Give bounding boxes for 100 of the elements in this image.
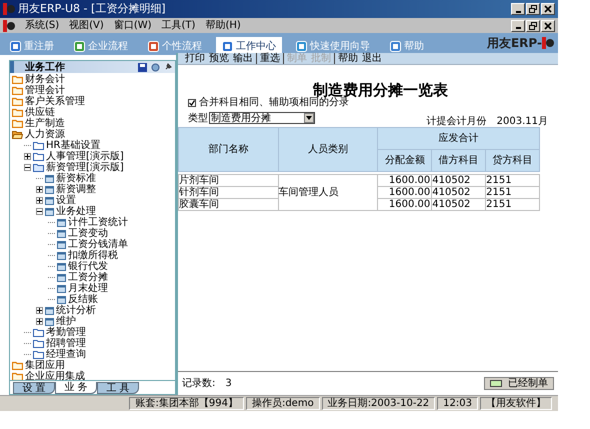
table-cell: 车间管理人员 [278, 174, 378, 210]
type-dropdown[interactable]: 制造费用分摊 [209, 112, 315, 124]
tree-item[interactable]: 计件工资统计 [68, 217, 128, 228]
table-cell: 2151 [486, 198, 540, 210]
folder-icon [33, 163, 44, 172]
open-folder-icon [12, 130, 23, 139]
tree-item[interactable]: 工资分钱清单 [68, 239, 128, 250]
folder-icon [33, 350, 44, 359]
close-icon [544, 22, 552, 30]
restore-button[interactable] [526, 3, 540, 15]
tree-item[interactable]: 招聘管理 [46, 338, 86, 349]
tree-item[interactable]: 经理查询 [46, 349, 86, 360]
toolbar-button[interactable]: 帮助 [338, 53, 358, 64]
table-cell: 1600.00 [378, 186, 432, 198]
app-icon [3, 3, 15, 15]
tree-item[interactable]: 薪资管理[演示版] [46, 162, 124, 173]
toolbar-button[interactable]: 重选 [260, 53, 280, 64]
tree-item[interactable]: 生产制造 [25, 118, 65, 129]
collapse-toggle[interactable] [24, 164, 31, 171]
tree-item[interactable]: 工资变动 [68, 228, 108, 239]
collapse-toggle[interactable] [36, 208, 43, 215]
sidebar-tab[interactable]: 业 务 [55, 382, 97, 394]
toolbar-button[interactable]: 退出 [362, 53, 382, 64]
menu-item[interactable]: 帮助(H) [205, 20, 241, 32]
column-header: 贷方科目 [486, 150, 540, 172]
folder-icon [33, 339, 44, 348]
tree-item[interactable]: 人力资源 [25, 129, 65, 140]
table-cell: 410502 [432, 186, 486, 198]
nav-icon [10, 40, 21, 52]
minimize-button[interactable] [511, 20, 525, 32]
nav-icon [296, 40, 307, 52]
nav-icon [74, 40, 85, 52]
indicator-icon [490, 380, 502, 387]
toolbar-button[interactable]: 输出 [233, 53, 253, 64]
close-button[interactable] [541, 3, 555, 15]
folder-icon [33, 152, 44, 161]
status-field: 操作员:demo [246, 397, 320, 410]
menu-item[interactable]: 窗口(W) [114, 20, 152, 32]
toolbar-button[interactable]: 预览 [209, 53, 229, 64]
save-icon[interactable] [138, 62, 147, 72]
tree-item[interactable]: 集团应用 [25, 360, 65, 371]
sidebar-title: 业务工作 [25, 62, 65, 72]
tree-item[interactable]: 财务会计 [25, 74, 65, 85]
tree-item[interactable]: 月末处理 [68, 283, 108, 294]
folder-icon [12, 75, 23, 84]
nav-icon [222, 40, 233, 52]
tree-item[interactable]: 管理会计 [25, 85, 65, 96]
tree-item[interactable]: HR基础设置 [46, 140, 100, 151]
expand-toggle[interactable] [24, 153, 31, 160]
column-header: 部门名称 [178, 128, 278, 172]
status-field: 业务日期:2003-10-22 [322, 397, 436, 410]
nav-icon [148, 40, 159, 52]
table-cell: 2151 [486, 174, 540, 186]
close-button[interactable] [541, 20, 555, 32]
tree-item[interactable]: 企业应用集成 [25, 371, 85, 380]
period-label: 计提会计月份 [426, 114, 487, 128]
column-header: 应发合计 [378, 128, 540, 150]
status-field: 12:03 [437, 397, 478, 410]
tree-item[interactable]: 统计分析 [56, 305, 96, 316]
tree-item[interactable]: 考勤管理 [46, 327, 86, 338]
menu-item[interactable]: 工具(T) [162, 20, 196, 32]
status-field: 【用友软件】 [480, 397, 552, 410]
sidebar-tab[interactable]: 设 置 [13, 382, 55, 394]
tree-item[interactable]: 工资分摊 [68, 272, 108, 283]
tree-item[interactable]: 薪资调整 [56, 184, 96, 195]
tree-item[interactable]: 扣缴所得税 [68, 250, 118, 261]
menu-item[interactable]: 系统(S) [25, 20, 60, 32]
column-header: 分配金额 [378, 150, 432, 172]
type-label: 类型 [188, 112, 208, 126]
tree-item[interactable]: 设置 [56, 195, 76, 206]
tree-item[interactable]: 人事管理[演示版] [46, 151, 124, 162]
expand-toggle[interactable] [36, 197, 43, 204]
folder-icon [33, 141, 44, 150]
period-value: 2003.11月 [496, 114, 548, 128]
close-icon [544, 5, 552, 13]
tree-item[interactable]: 业务处理 [56, 206, 96, 217]
status-field: 账套:集团本部【994】 [129, 397, 244, 410]
status-button[interactable]: 已经制单 [484, 377, 554, 390]
restore-button[interactable] [526, 20, 540, 32]
tree-item[interactable]: 维护 [56, 316, 76, 327]
pin-icon[interactable] [164, 63, 172, 71]
tree-item[interactable]: 客户关系管理 [25, 96, 85, 107]
sidebar-tab[interactable]: 工 具 [97, 382, 139, 394]
logo-icon [542, 37, 554, 49]
toolbar-button[interactable]: 打印 [185, 53, 205, 64]
minimize-icon [516, 10, 520, 12]
restore-icon [529, 5, 537, 13]
expand-toggle[interactable] [36, 307, 43, 314]
record-count: 3 [225, 377, 232, 391]
expand-toggle[interactable] [36, 318, 43, 325]
expand-toggle[interactable] [36, 186, 43, 193]
minimize-button[interactable] [511, 3, 525, 15]
tree-item[interactable]: 供应链 [25, 107, 55, 118]
tree-item[interactable]: 反结账 [68, 294, 98, 305]
menu-item[interactable]: 视图(V) [69, 20, 104, 32]
tree-item[interactable]: 银行代发 [68, 261, 108, 272]
tree-item[interactable]: 薪资标准 [56, 173, 96, 184]
caret-icon [306, 116, 312, 120]
logo: 用友ERP- [486, 34, 554, 52]
merge-checkbox[interactable] [188, 98, 196, 106]
